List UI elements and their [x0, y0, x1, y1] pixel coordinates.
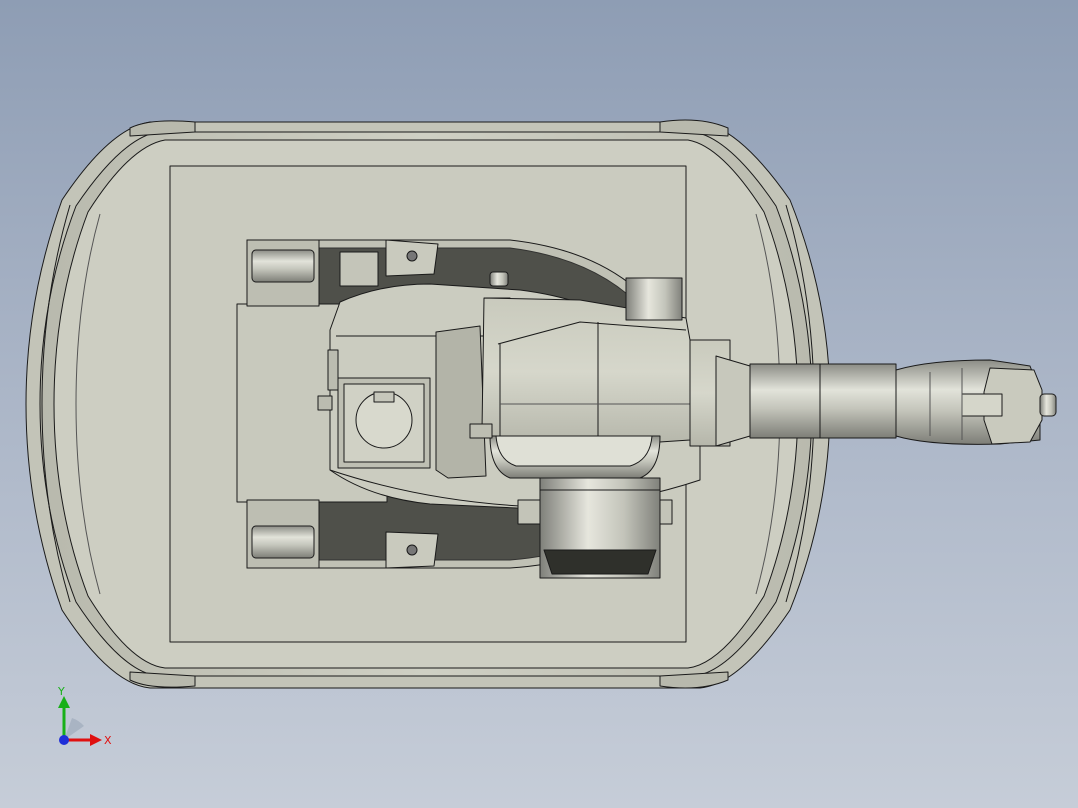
bolt-bottom-left: [251, 525, 315, 559]
robot-top-view-model[interactable]: [0, 0, 1078, 808]
y-axis-label: Y: [57, 685, 65, 698]
bolt-top-left: [251, 249, 315, 283]
forearm-tube[interactable]: [749, 363, 897, 439]
orientation-triad: Y X: [57, 685, 112, 747]
z-axis-dot: [59, 735, 69, 745]
cad-3d-viewport[interactable]: Y X: [0, 0, 1078, 808]
x-axis-label: X: [104, 734, 112, 747]
x-axis-arrow: [90, 734, 102, 746]
